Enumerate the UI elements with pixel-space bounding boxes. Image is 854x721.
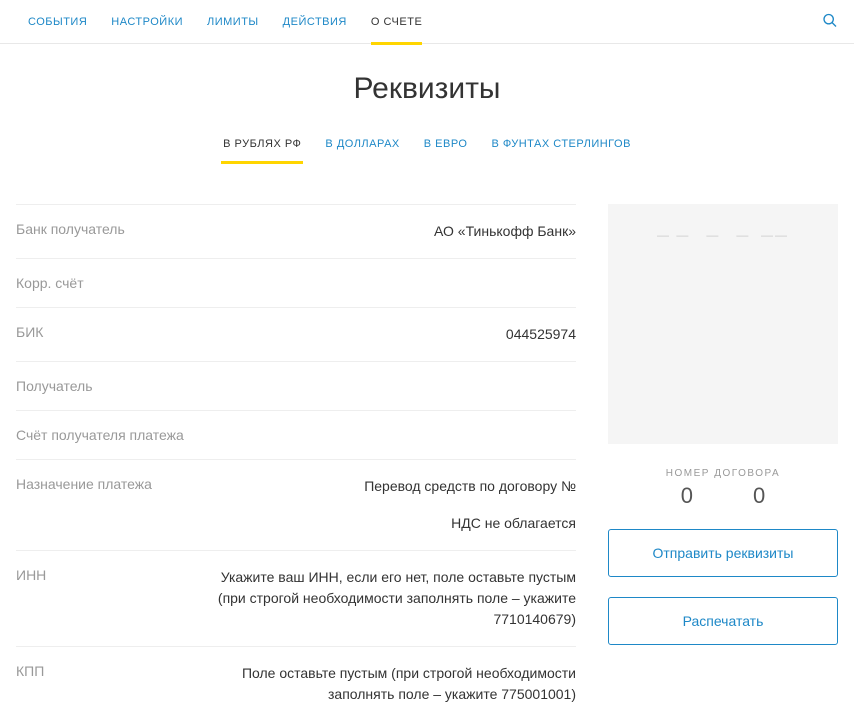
value-kpp: Поле оставьте пустым (при строгой необхо… — [196, 663, 576, 705]
row-inn: ИНН Укажите ваш ИНН, если его нет, поле … — [16, 551, 576, 647]
print-button[interactable]: Распечатать — [608, 597, 838, 645]
label-kpp: КПП — [16, 663, 196, 679]
nav-actions[interactable]: ДЕЙСТВИЯ — [271, 0, 359, 44]
contract-number-label: НОМЕР ДОГОВОРА — [608, 468, 838, 479]
document-preview: — — — — —— — [608, 204, 838, 444]
tab-eur[interactable]: В ЕВРО — [412, 130, 480, 164]
row-recipient: Получатель — [16, 362, 576, 411]
value-purpose: Перевод средств по договору № НДС не обл… — [196, 476, 576, 534]
row-bank-recipient: Банк получатель АО «Тинькофф Банк» — [16, 204, 576, 259]
requisites-table: Банк получатель АО «Тинькофф Банк» Корр.… — [16, 204, 576, 721]
row-bic: БИК 044525974 — [16, 308, 576, 362]
tab-rub[interactable]: В РУБЛЯХ РФ — [211, 130, 313, 164]
label-recipient: Получатель — [16, 378, 196, 394]
value-bank-recipient: АО «Тинькофф Банк» — [196, 221, 576, 242]
value-inn: Укажите ваш ИНН, если его нет, поле оста… — [196, 567, 576, 630]
preview-placeholder-icon: — — — — —— — [624, 228, 822, 242]
tab-usd[interactable]: В ДОЛЛАРАХ — [313, 130, 411, 164]
nav-about-account[interactable]: О СЧЕТЕ — [359, 0, 434, 44]
value-bic: 044525974 — [196, 324, 576, 345]
label-recipient-account: Счёт получателя платежа — [16, 427, 196, 443]
value-purpose-line2: НДС не облагается — [196, 513, 576, 534]
page-title: Реквизиты — [0, 72, 854, 106]
value-purpose-line1: Перевод средств по договору № — [196, 476, 576, 497]
contract-number: 0 0 — [608, 483, 838, 509]
row-recipient-account: Счёт получателя платежа — [16, 411, 576, 460]
label-bic: БИК — [16, 324, 196, 340]
currency-tabs: В РУБЛЯХ РФ В ДОЛЛАРАХ В ЕВРО В ФУНТАХ С… — [0, 130, 854, 164]
label-bank-recipient: Банк получатель — [16, 221, 196, 237]
nav-limits[interactable]: ЛИМИТЫ — [195, 0, 271, 44]
nav-events[interactable]: СОБЫТИЯ — [16, 0, 99, 44]
send-requisites-button[interactable]: Отправить реквизиты — [608, 529, 838, 577]
label-purpose: Назначение платежа — [16, 476, 196, 492]
nav-settings[interactable]: НАСТРОЙКИ — [99, 0, 195, 44]
top-nav: СОБЫТИЯ НАСТРОЙКИ ЛИМИТЫ ДЕЙСТВИЯ О СЧЕТ… — [0, 0, 854, 44]
search-icon[interactable] — [822, 12, 838, 31]
row-kpp: КПП Поле оставьте пустым (при строгой не… — [16, 647, 576, 721]
label-inn: ИНН — [16, 567, 196, 583]
contract-digit-1: 0 — [681, 483, 693, 509]
contract-digit-2: 0 — [753, 483, 765, 509]
side-panel: — — — — —— НОМЕР ДОГОВОРА 0 0 Отправить … — [608, 204, 838, 721]
row-corr-account: Корр. счёт — [16, 259, 576, 308]
row-purpose: Назначение платежа Перевод средств по до… — [16, 460, 576, 551]
label-corr-account: Корр. счёт — [16, 275, 196, 291]
tab-gbp[interactable]: В ФУНТАХ СТЕРЛИНГОВ — [479, 130, 642, 164]
